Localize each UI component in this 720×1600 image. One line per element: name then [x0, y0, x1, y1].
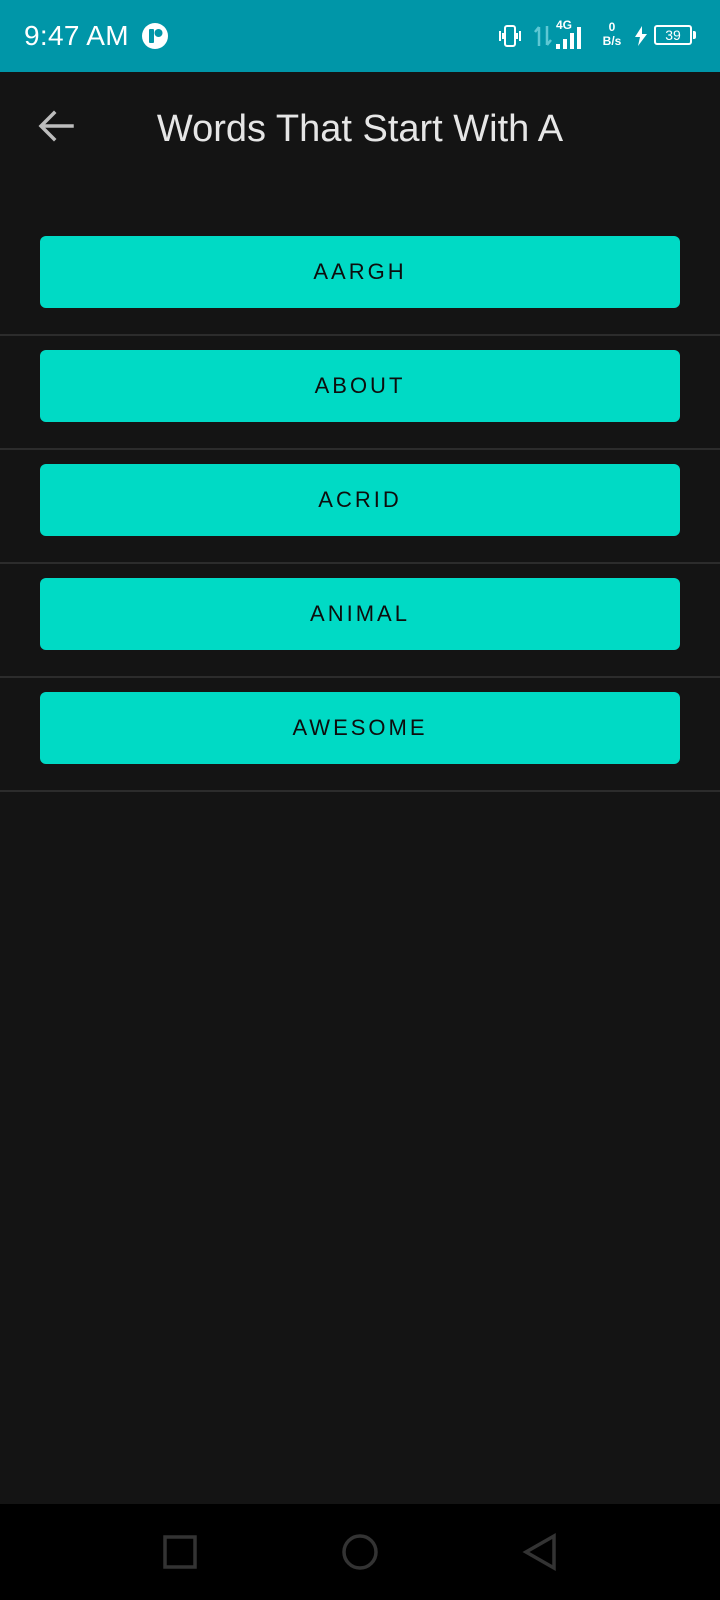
word-button-about[interactable]: ABOUT	[40, 350, 680, 422]
navigation-bar	[0, 1504, 720, 1600]
network-speed-value: 0	[608, 20, 616, 34]
word-button-aargh[interactable]: AARGH	[40, 236, 680, 308]
app-notification-icon	[142, 23, 168, 49]
battery-icon: 39	[654, 25, 696, 45]
status-time: 9:47 AM	[24, 20, 129, 51]
network-speed-unit: B/s	[602, 34, 622, 48]
vibrate-icon	[499, 25, 521, 47]
signal-strength-icon	[556, 27, 581, 49]
app-bar: Words That Start With A	[0, 72, 720, 188]
word-button-animal[interactable]: ANIMAL	[40, 578, 680, 650]
network-speed: 0 B/s	[598, 20, 626, 48]
status-bar: 9:47 AM 4G 0 B/s 39	[0, 0, 720, 72]
circle-icon	[342, 1534, 378, 1570]
data-transfer-icon	[534, 26, 552, 46]
word-list: AARGH ABOUT ACRID ANIMAL AWESOME	[0, 222, 720, 792]
triangle-back-icon	[522, 1532, 556, 1572]
list-item: AWESOME	[0, 678, 720, 792]
list-item: ACRID	[0, 450, 720, 564]
list-item: AARGH	[0, 222, 720, 336]
home-button[interactable]	[336, 1528, 384, 1576]
word-button-acrid[interactable]: ACRID	[40, 464, 680, 536]
recents-button[interactable]	[156, 1528, 204, 1576]
screen: 9:47 AM 4G 0 B/s 39 Words That Start Wit…	[0, 0, 720, 1600]
word-button-awesome[interactable]: AWESOME	[40, 692, 680, 764]
square-icon	[163, 1535, 197, 1569]
page-title: Words That Start With A	[156, 108, 564, 150]
list-item: ANIMAL	[0, 564, 720, 678]
system-back-button[interactable]	[516, 1528, 564, 1576]
charging-icon	[635, 26, 647, 46]
list-item: ABOUT	[0, 336, 720, 450]
